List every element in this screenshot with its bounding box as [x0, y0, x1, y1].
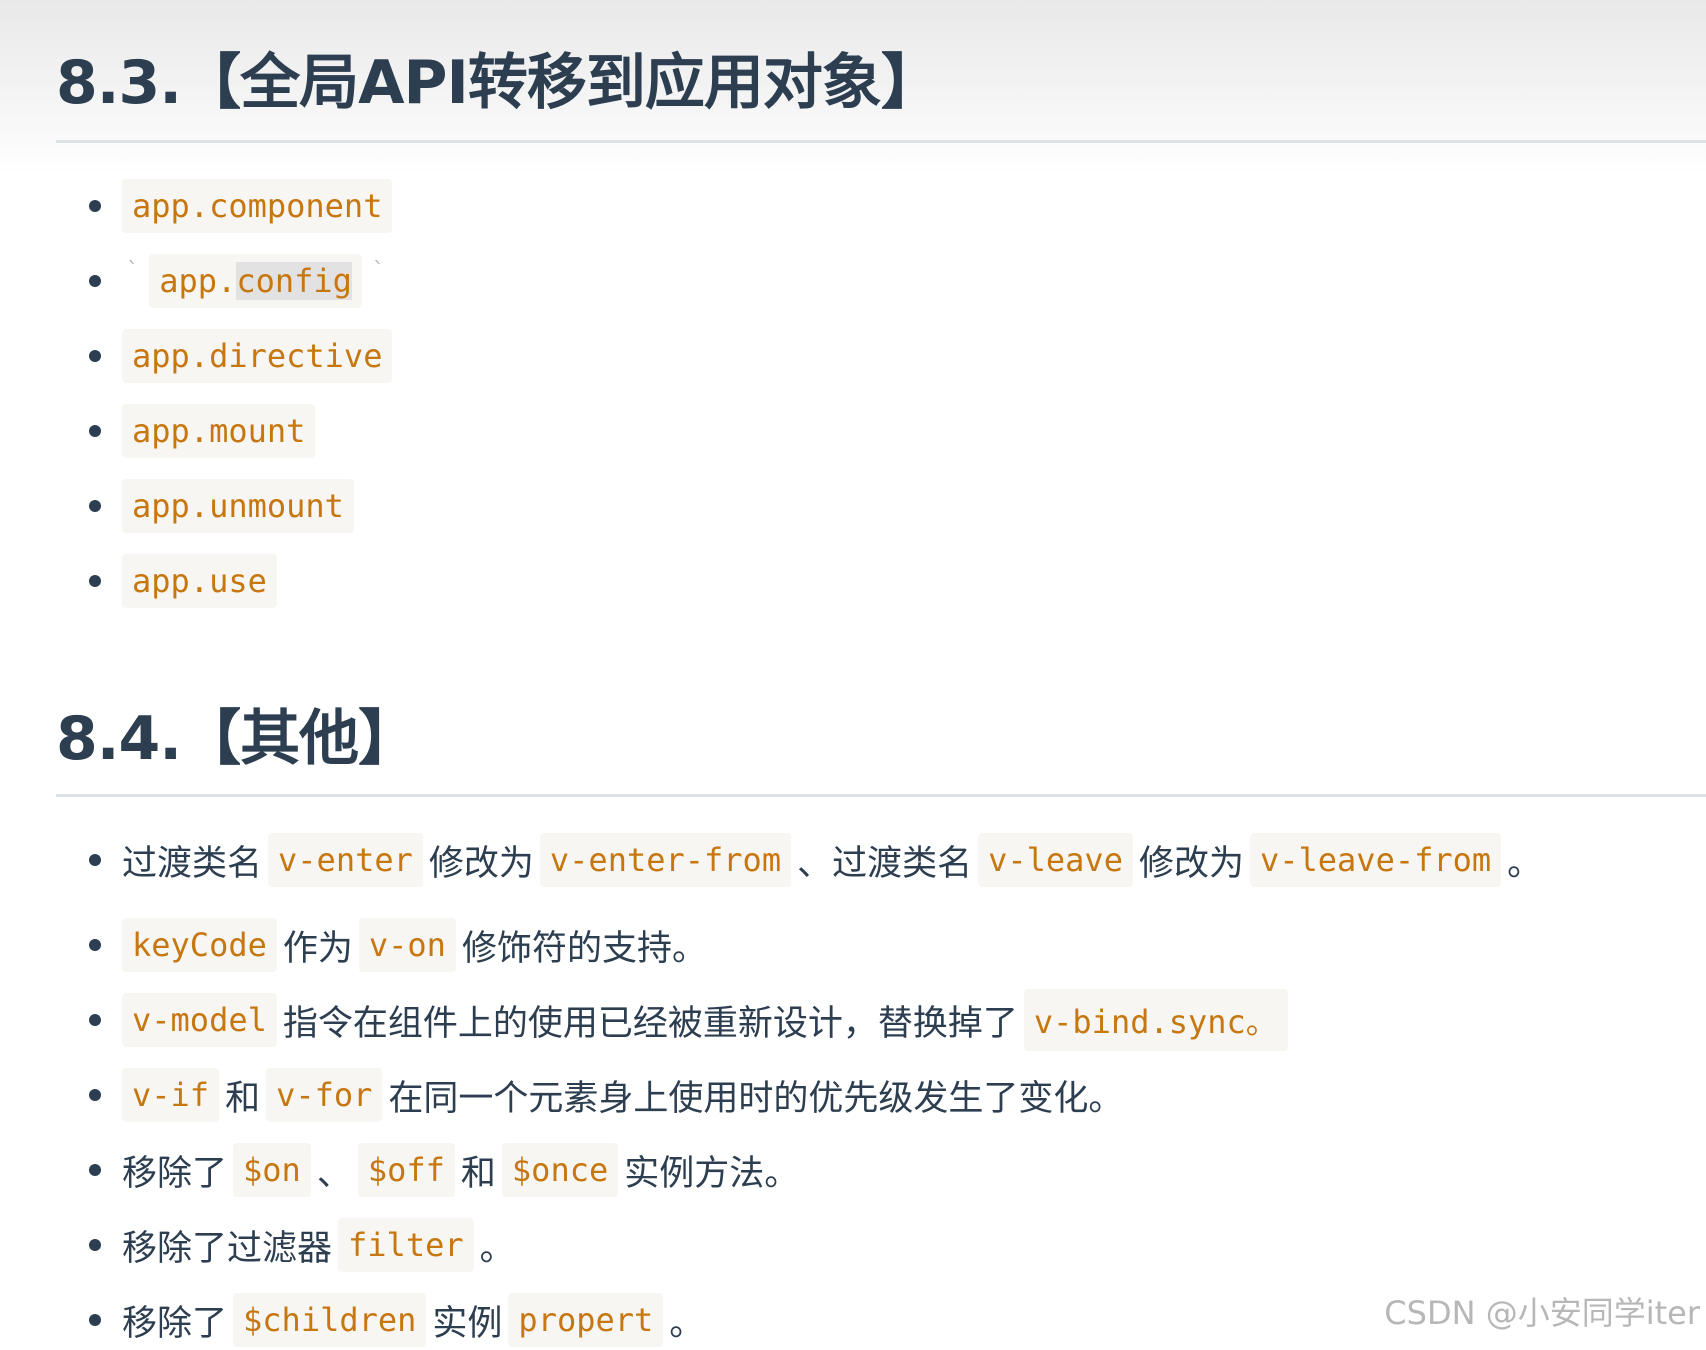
inline-code: propert [508, 1293, 664, 1347]
list-item: app.unmount [0, 476, 1706, 536]
text: 、 [316, 1153, 352, 1194]
list-item: 移除了过滤器 filter 。 [0, 1215, 1706, 1275]
inline-code: v-leave-from [1249, 833, 1502, 887]
heading-divider [56, 794, 1706, 797]
bullet-icon [89, 200, 101, 212]
text: 过渡类名 [122, 843, 263, 884]
inline-code: $children [233, 1293, 427, 1347]
inline-code: app.directive [122, 329, 393, 383]
inline-code: filter [338, 1218, 474, 1272]
text: 在同一个元素身上使用时的优先级发生了变化。 [388, 1078, 1124, 1119]
inline-code: v-on [358, 918, 456, 972]
bullet-icon [89, 1164, 101, 1176]
inline-code: app.use [122, 554, 277, 608]
list-item: keyCode 作为 v-on 修饰符的支持。 [0, 915, 1706, 975]
inline-code: v-bind.sync。 [1023, 989, 1288, 1051]
list-item: 移除了 $on 、 $off 和 $once 实例方法。 [0, 1140, 1706, 1200]
bullet-icon [89, 1014, 101, 1026]
list-item: app.directive [0, 326, 1706, 386]
inline-code: app.component [122, 179, 393, 233]
list-item: v-model 指令在组件上的使用已经被重新设计，替换掉了 v-bind.syn… [0, 989, 1706, 1051]
text: 作为 [282, 928, 353, 969]
text: 移除了过滤器 [122, 1228, 333, 1269]
text: 修饰符的支持。 [461, 928, 707, 969]
list-item: app.component [0, 176, 1706, 236]
text: 移除了 [122, 1303, 228, 1344]
text: 移除了 [122, 1153, 228, 1194]
inline-code: $off [357, 1143, 455, 1197]
bullet-icon [89, 1089, 101, 1101]
inline-code: v-if [122, 1068, 220, 1122]
list-item: v-if 和 v-for 在同一个元素身上使用时的优先级发生了变化。 [0, 1065, 1706, 1125]
bullet-icon [89, 425, 101, 437]
bullet-icon [89, 350, 101, 362]
list-item: 过渡类名 v-enter 修改为 v-enter-from 、过渡类名 v-le… [0, 830, 1706, 890]
text: 指令在组件上的使用已经被重新设计，替换掉了 [282, 1003, 1018, 1044]
text: 。 [479, 1228, 515, 1269]
backtick-mark: ` [126, 258, 140, 284]
bullet-icon [89, 1239, 101, 1251]
inline-code: keyCode [122, 918, 277, 972]
text: 、过渡类名 [797, 843, 973, 884]
list-item: app.use [0, 551, 1706, 611]
bullet-icon [89, 275, 101, 287]
inline-code: $once [501, 1143, 619, 1197]
heading-divider [56, 140, 1706, 143]
inline-code: v-for [266, 1068, 383, 1122]
bullet-icon [89, 854, 101, 866]
bullet-icon [89, 1314, 101, 1326]
text: 实例方法。 [624, 1153, 800, 1194]
inline-code: app.config [149, 254, 362, 308]
bullet-icon [89, 939, 101, 951]
selected-text-highlight[interactable]: config [236, 262, 352, 300]
inline-code: v-enter [268, 833, 423, 887]
section-heading-8-4: 8.4.【其他】 [56, 704, 418, 774]
list-item: app.mount [0, 401, 1706, 461]
inline-code: $on [233, 1143, 311, 1197]
bullet-icon [89, 500, 101, 512]
list-item: ` app.config ` [0, 251, 1706, 311]
text: 和 [225, 1078, 261, 1119]
text: 实例 [432, 1303, 503, 1344]
text: 。 [669, 1303, 705, 1344]
inline-code: v-leave [978, 833, 1133, 887]
text: 修改为 [428, 843, 534, 884]
watermark: CSDN @小安同学iter [1384, 1294, 1700, 1332]
code-text: app. [159, 262, 237, 300]
section-heading-8-3: 8.3.【全局API转移到应用对象】 [56, 48, 941, 118]
inline-code: app.unmount [122, 479, 354, 533]
inline-code: v-enter-from [539, 833, 792, 887]
text: 。 [1507, 843, 1543, 884]
inline-code: v-model [122, 993, 277, 1047]
inline-code: app.mount [122, 404, 316, 458]
text: 修改为 [1138, 843, 1244, 884]
text: 和 [460, 1153, 496, 1194]
backtick-mark: ` [371, 258, 386, 284]
bullet-icon [89, 575, 101, 587]
